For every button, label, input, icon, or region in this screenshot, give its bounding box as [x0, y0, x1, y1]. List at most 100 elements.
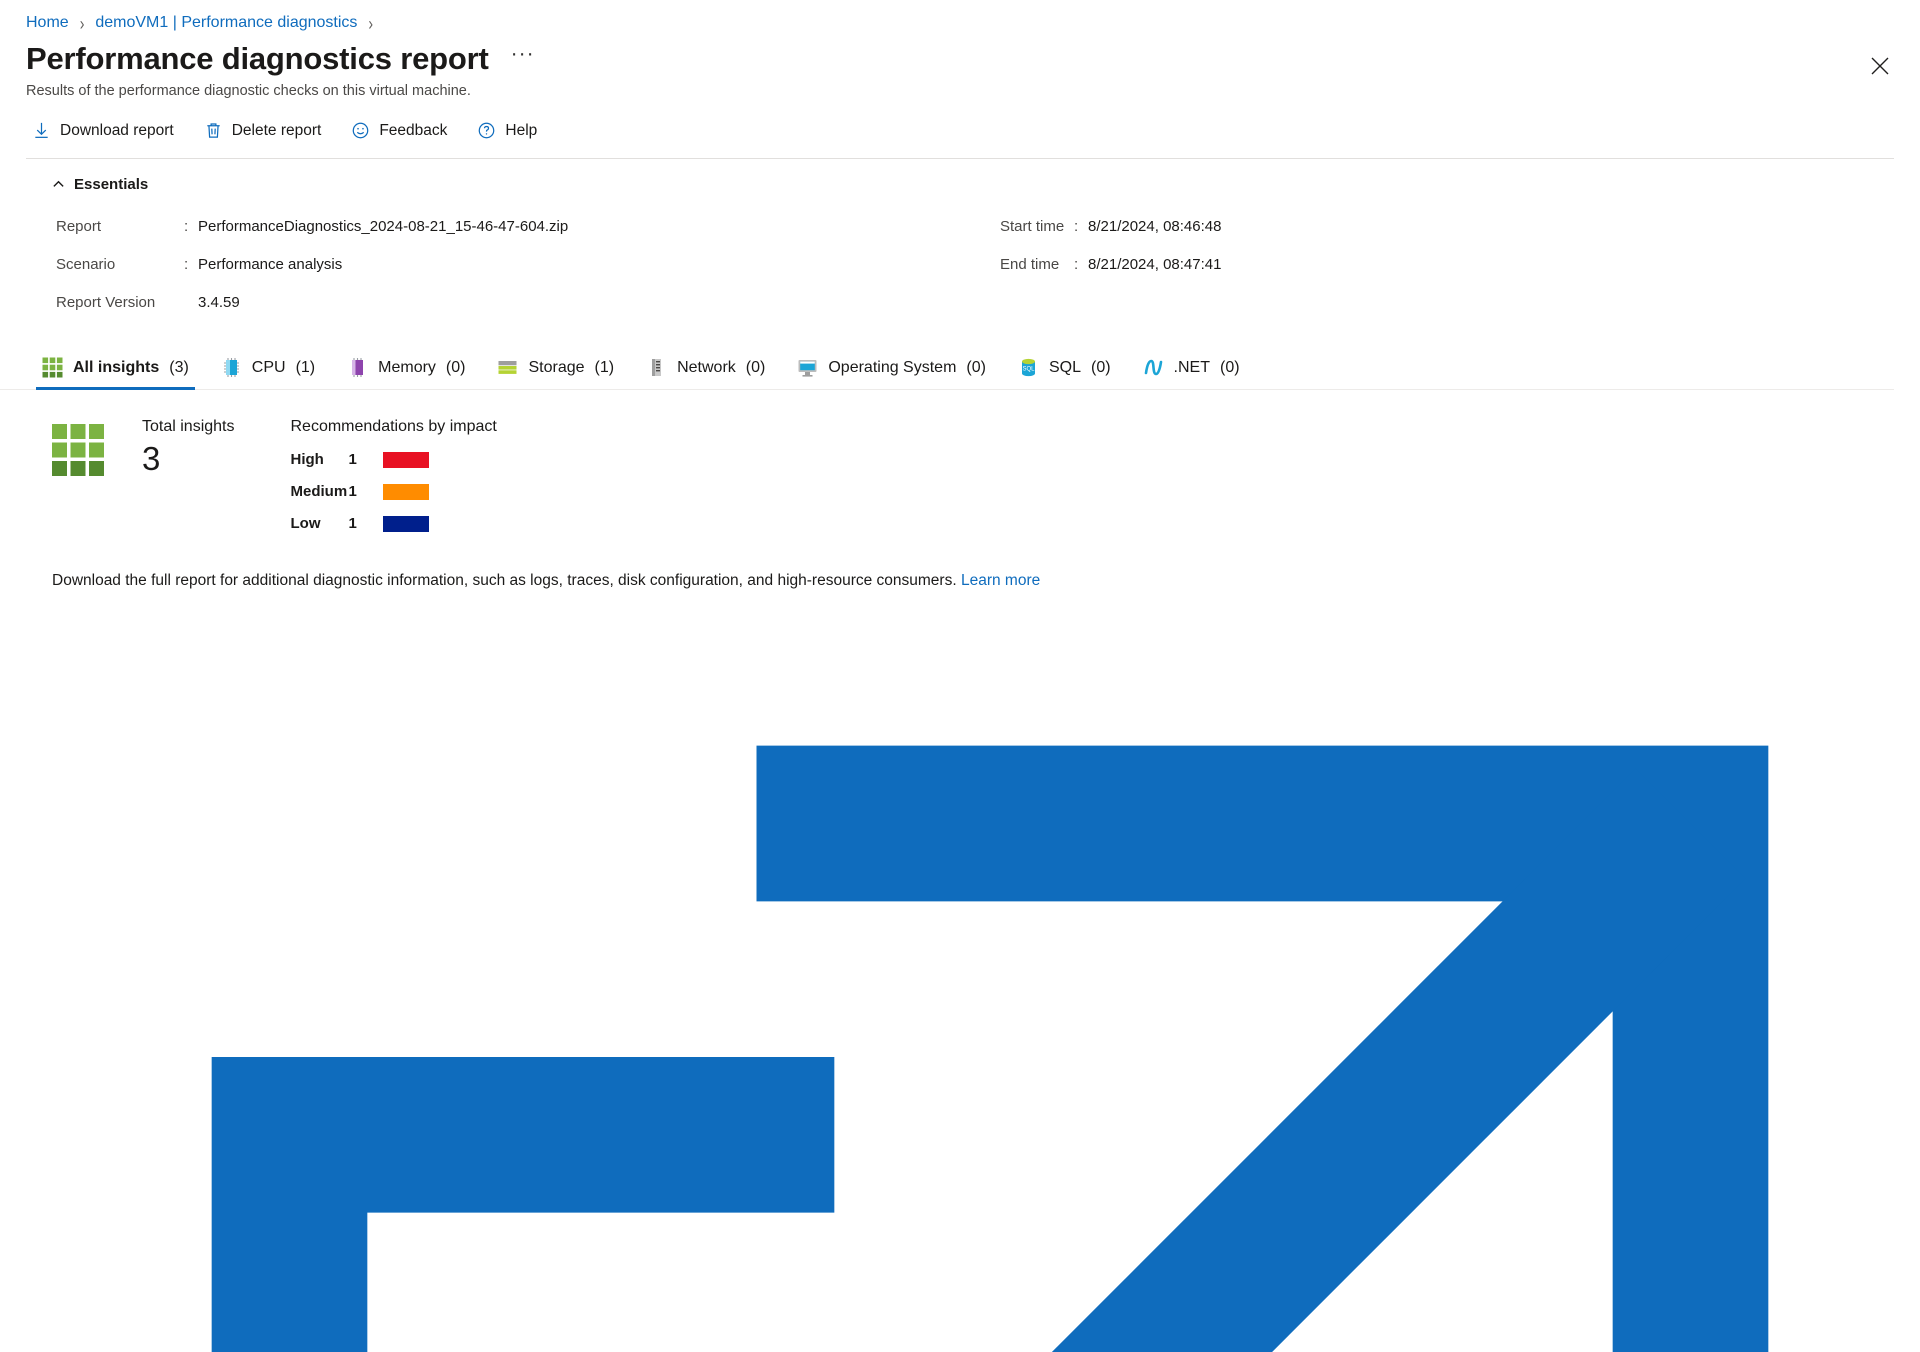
- tab-label: Storage: [528, 358, 585, 376]
- impact-count: 1: [348, 451, 357, 469]
- help-label: Help: [505, 121, 538, 139]
- memory-icon: [347, 357, 368, 378]
- network-icon: [646, 357, 667, 378]
- grid-green-icon: [42, 357, 63, 378]
- more-options-button[interactable]: ···: [507, 43, 539, 64]
- impact-name: Medium: [290, 483, 348, 501]
- insight-tabs: All insights (3) CPU (1) Memory (0) Stor…: [0, 321, 1894, 391]
- download-info-line: Download the full report for additional …: [0, 532, 1920, 1352]
- essentials-value-scenario: Performance analysis: [198, 255, 343, 273]
- help-button[interactable]: Help: [475, 117, 539, 144]
- essentials-key: Start time: [1000, 217, 1065, 235]
- impact-count: 1: [348, 515, 357, 533]
- essentials-row-scenario: Scenario : Performance analysis: [56, 245, 1920, 283]
- chevron-up-icon: [52, 178, 65, 191]
- impact-bar-low: [382, 515, 429, 532]
- essentials-value-start-time: 8/21/2024, 08:46:48: [1088, 217, 1222, 235]
- delete-report-button[interactable]: Delete report: [202, 117, 324, 144]
- learn-more-link[interactable]: Learn more: [961, 572, 1040, 589]
- page-subtitle: Results of the performance diagnostic ch…: [26, 83, 471, 100]
- delete-report-label: Delete report: [231, 121, 322, 139]
- page-title-row: Performance diagnostics report ···: [0, 32, 1920, 76]
- impact-count: 1: [348, 483, 357, 501]
- impact-name: Low: [290, 515, 321, 533]
- tab-label: SQL: [1048, 358, 1081, 376]
- download-report-label: Download report: [60, 121, 174, 139]
- essentials-label: Essentials: [74, 176, 149, 194]
- impact-bar-high: [382, 451, 429, 468]
- essentials-colon: :: [1074, 255, 1079, 273]
- question-circle-icon: [477, 121, 496, 140]
- essentials-key: Scenario: [56, 255, 116, 273]
- dotnet-icon: [1143, 357, 1164, 378]
- essentials-colon: :: [184, 255, 189, 273]
- breadcrumb-item-home[interactable]: Home: [26, 14, 69, 32]
- tab-operating-system[interactable]: Operating System (0): [781, 351, 1002, 389]
- tab-network[interactable]: Network (0): [630, 351, 781, 389]
- tab-label: Network: [677, 358, 736, 376]
- cpu-icon: [221, 357, 242, 378]
- tab-count: (0): [445, 358, 466, 376]
- breadcrumb: Home › demoVM1 | Performance diagnostics…: [0, 0, 1920, 34]
- impact-legend-row-medium: Medium 1: [291, 483, 497, 500]
- breadcrumb-separator-icon: ›: [79, 12, 85, 34]
- tab-memory[interactable]: Memory (0): [331, 351, 481, 389]
- download-icon: [32, 121, 51, 140]
- download-report-button[interactable]: Download report: [30, 117, 176, 144]
- tab-dotnet[interactable]: .NET (0): [1127, 351, 1256, 389]
- essentials-right-column: Start time : 8/21/2024, 08:46:48 End tim…: [1000, 207, 1221, 283]
- essentials-colon: :: [1074, 217, 1079, 235]
- breadcrumb-separator-icon: ›: [368, 12, 374, 34]
- tab-label: .NET: [1173, 358, 1210, 376]
- smiley-icon: [351, 121, 370, 140]
- feedback-label: Feedback: [379, 121, 448, 139]
- essentials-row-end-time: End time : 8/21/2024, 08:47:41: [1000, 245, 1221, 283]
- trash-icon: [204, 121, 223, 140]
- feedback-button[interactable]: Feedback: [349, 117, 449, 144]
- command-bar: Download report Delete report Feedback H…: [0, 99, 1920, 144]
- insights-summary: Total insights 3 Recommendations by impa…: [0, 390, 1920, 532]
- tab-count: (0): [1090, 358, 1111, 376]
- essentials-key: Report: [56, 217, 102, 235]
- tab-all-insights[interactable]: All insights (3): [26, 351, 205, 391]
- svg-text:SQL: SQL: [1022, 367, 1035, 373]
- essentials-key: Report Version: [56, 293, 156, 311]
- tab-count: (1): [295, 358, 316, 376]
- essentials-row-start-time: Start time : 8/21/2024, 08:46:48: [1000, 207, 1221, 245]
- tab-label: Memory: [378, 358, 436, 376]
- sql-database-icon: SQL: [1018, 357, 1039, 378]
- essentials-row-report-version: Report Version 3.4.59: [56, 283, 1920, 321]
- impact-legend-row-low: Low 1: [291, 515, 497, 532]
- command-bar-divider: [26, 158, 1894, 160]
- tab-count: (0): [966, 358, 986, 376]
- breadcrumb-item-demovm1[interactable]: demoVM1 | Performance diagnostics: [95, 14, 357, 32]
- tab-count: (1): [594, 358, 615, 376]
- impact-name: High: [290, 451, 324, 469]
- essentials-toggle[interactable]: Essentials: [0, 159, 148, 193]
- impact-legend-row-high: High 1: [291, 451, 497, 468]
- tab-label: Operating System: [828, 358, 957, 376]
- performance-diagnostics-report-page: Home › demoVM1 | Performance diagnostics…: [0, 0, 1920, 1352]
- storage-icon: [497, 357, 518, 378]
- tab-storage[interactable]: Storage (1): [481, 351, 630, 389]
- tab-count: (3): [169, 358, 189, 376]
- essentials-key: End time: [1000, 255, 1060, 273]
- essentials-colon: :: [184, 217, 189, 235]
- green-grid-icon: [52, 424, 104, 477]
- tab-label: CPU: [251, 358, 286, 376]
- essentials-value-end-time: 8/21/2024, 08:47:41: [1088, 255, 1222, 273]
- recommendations-by-impact: Recommendations by impact High 1 Medium …: [291, 418, 497, 532]
- monitor-icon: [797, 357, 818, 378]
- essentials-content: Report : PerformanceDiagnostics_2024-08-…: [0, 193, 1920, 321]
- page-title: Performance diagnostics report: [26, 41, 489, 76]
- essentials-value-report: PerformanceDiagnostics_2024-08-21_15-46-…: [198, 217, 569, 235]
- tab-cpu[interactable]: CPU (1): [205, 351, 331, 389]
- total-insights-label: Total insights: [142, 418, 235, 436]
- recommendations-by-impact-title: Recommendations by impact: [290, 418, 497, 436]
- tab-count: (0): [1220, 358, 1240, 376]
- essentials-value-report-version: 3.4.59: [198, 293, 240, 311]
- close-icon[interactable]: [1868, 54, 1892, 78]
- total-insights-value: 3: [142, 440, 161, 478]
- tab-sql[interactable]: SQL SQL (0): [1002, 351, 1127, 389]
- essentials-row-report: Report : PerformanceDiagnostics_2024-08-…: [56, 207, 1920, 245]
